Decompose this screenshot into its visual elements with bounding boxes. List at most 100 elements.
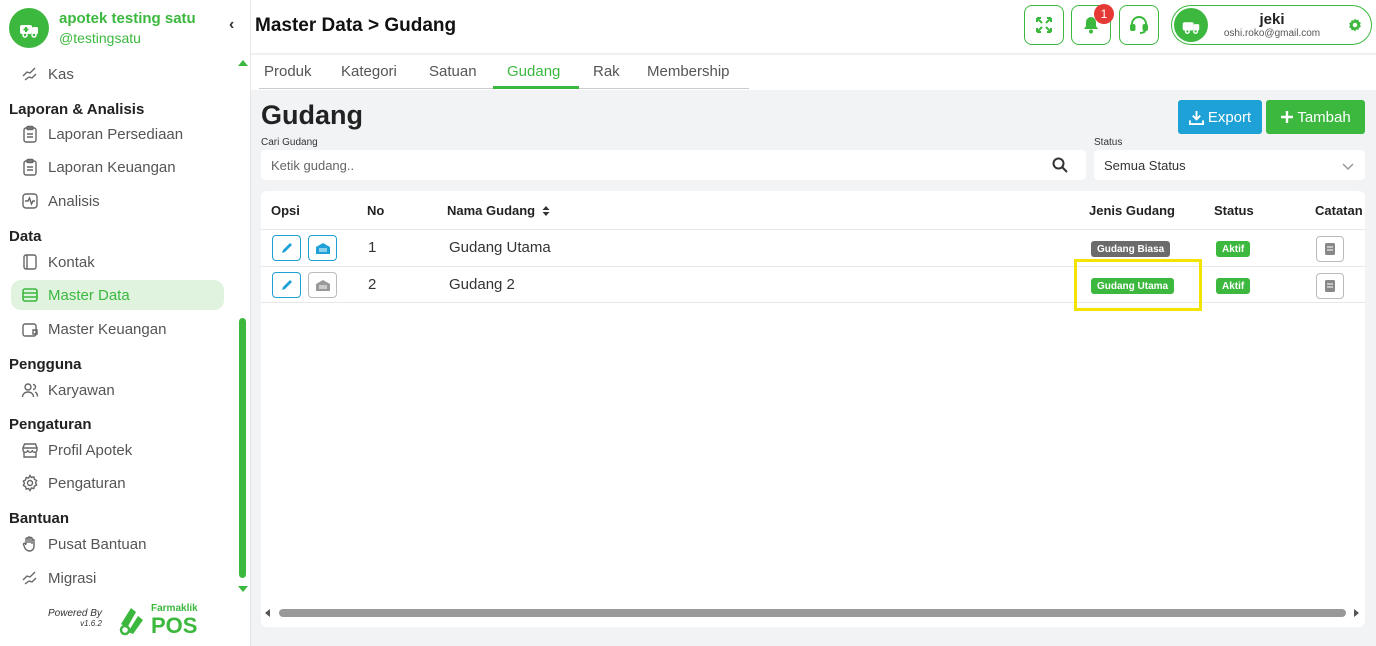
sidebar-item-label: Kontak: [48, 253, 95, 271]
collapse-sidebar-button[interactable]: ‹: [229, 16, 234, 34]
warehouse-name: Gudang Utama: [449, 239, 551, 256]
status-select[interactable]: Semua Status: [1094, 150, 1365, 180]
table-horizontal-scrollbar[interactable]: [261, 606, 1365, 620]
search-input[interactable]: [271, 155, 1041, 175]
sidebar-item-master-data[interactable]: Master Data: [11, 280, 224, 310]
search-box: [261, 150, 1086, 180]
store-icon: [21, 441, 39, 459]
column-header-opsi: Opsi: [271, 203, 300, 218]
download-icon: [1188, 110, 1204, 125]
sidebar-item-label: Master Keuangan: [48, 320, 167, 338]
sidebar-item-kontak[interactable]: Kontak: [11, 247, 224, 277]
sidebar-item-kas[interactable]: Kas: [11, 59, 224, 89]
top-bar: Master Data > Gudang 1 jeki oshi.roko@gm…: [251, 0, 1376, 54]
sidebar-item-label: Laporan Persediaan: [48, 125, 184, 143]
sort-icon[interactable]: [541, 205, 551, 217]
edit-button[interactable]: [272, 272, 301, 298]
tab-bar: Produk Kategori Satuan Gudang Rak Member…: [251, 55, 1376, 90]
support-button[interactable]: [1119, 5, 1159, 45]
activity-icon: [21, 192, 39, 210]
gear-icon[interactable]: [1347, 17, 1363, 38]
user-name: jeki: [1259, 11, 1285, 28]
plus-icon: [1281, 111, 1294, 123]
hand-icon: [21, 535, 39, 553]
sidebar-item-label: Profil Apotek: [48, 441, 133, 459]
sidebar: apotek testing satu @testingsatu ‹ Kas L…: [0, 0, 251, 646]
note-button[interactable]: [1316, 236, 1344, 262]
users-icon: [21, 381, 39, 399]
sidebar-item-label: Pusat Bantuan: [48, 535, 147, 553]
scroll-left-icon[interactable]: [265, 609, 270, 617]
warehouse-icon: [315, 280, 330, 291]
sidebar-item-label: Migrasi: [48, 569, 97, 587]
farmaklik-pos-logo: Farmaklik POS: [117, 603, 198, 637]
page-title: Master Data > Gudang: [255, 15, 457, 36]
sidebar-item-karyawan[interactable]: Karyawan: [11, 375, 224, 405]
fullscreen-icon: [1036, 17, 1052, 33]
coins-icon: [21, 65, 39, 83]
sidebar-section-data: Data: [9, 228, 42, 245]
status-selected-value: Semua Status: [1104, 158, 1186, 173]
pharmacy-logo-icon: [9, 8, 49, 48]
scroll-up-icon[interactable]: [238, 60, 248, 66]
status-badge: Aktif: [1216, 241, 1251, 257]
note-icon: [1325, 280, 1335, 292]
sidebar-section-laporan: Laporan & Analisis: [9, 101, 145, 118]
user-menu[interactable]: jeki oshi.roko@gmail.com: [1171, 5, 1372, 45]
sidebar-item-master-keuangan[interactable]: Master Keuangan: [11, 314, 224, 344]
warehouse-name: Gudang 2: [449, 276, 515, 293]
sidebar-scrollbar[interactable]: [237, 60, 248, 592]
sidebar-item-migrasi[interactable]: Migrasi: [11, 563, 224, 593]
brand-header: apotek testing satu @testingsatu ‹: [0, 0, 251, 58]
set-main-warehouse-button[interactable]: [308, 272, 337, 298]
database-icon: [21, 286, 39, 304]
notification-badge: 1: [1094, 4, 1114, 24]
set-main-warehouse-button[interactable]: [308, 235, 337, 261]
sidebar-item-laporan-persediaan[interactable]: Laporan Persediaan: [11, 119, 224, 149]
sidebar-item-label: Kas: [48, 65, 74, 83]
search-icon[interactable]: [1052, 157, 1068, 178]
scrollbar-thumb[interactable]: [279, 609, 1346, 617]
sidebar-section-bantuan: Bantuan: [9, 510, 69, 527]
sidebar-item-laporan-keuangan[interactable]: Laporan Keuangan: [11, 152, 224, 182]
warehouse-type-badge: Gudang Biasa: [1091, 241, 1171, 257]
status-label: Status: [1094, 137, 1123, 148]
pharmacy-handle: @testingsatu: [59, 30, 141, 46]
pharmacy-name: apotek testing satu: [59, 10, 196, 27]
sidebar-item-pusat-bantuan[interactable]: Pusat Bantuan: [11, 529, 224, 559]
avatar: [1174, 8, 1208, 42]
column-header-no: No: [367, 203, 385, 218]
edit-button[interactable]: [272, 235, 301, 261]
tab-kategori[interactable]: Kategori: [341, 63, 397, 89]
scroll-down-icon[interactable]: [238, 586, 248, 592]
column-header-nama-gudang[interactable]: Nama Gudang: [447, 203, 551, 218]
sidebar-item-label: Karyawan: [48, 381, 115, 399]
sidebar-item-label: Laporan Keuangan: [48, 158, 176, 176]
tab-membership[interactable]: Membership: [647, 63, 730, 89]
sidebar-item-profil-apotek[interactable]: Profil Apotek: [11, 435, 224, 465]
app-version: v1.6.2: [80, 619, 102, 628]
clipboard-icon: [21, 125, 39, 143]
tab-satuan[interactable]: Satuan: [429, 63, 477, 89]
scroll-right-icon[interactable]: [1354, 609, 1359, 617]
notification-button[interactable]: 1: [1071, 4, 1114, 45]
fullscreen-button[interactable]: [1024, 5, 1064, 45]
powered-by: Powered By v1.6.2: [48, 608, 102, 629]
migrate-icon: [21, 569, 39, 587]
add-gudang-button[interactable]: Tambah: [1266, 100, 1365, 134]
column-header-status: Status: [1214, 203, 1254, 218]
search-label: Cari Gudang: [261, 137, 318, 148]
sidebar-item-analisis[interactable]: Analisis: [11, 186, 224, 216]
tab-rak[interactable]: Rak: [593, 63, 620, 89]
scrollbar-thumb[interactable]: [239, 318, 246, 578]
column-header-catatan: Catatan: [1315, 203, 1363, 218]
tab-produk[interactable]: Produk: [264, 63, 312, 89]
sidebar-item-pengaturan[interactable]: Pengaturan: [11, 468, 224, 498]
note-icon: [1325, 243, 1335, 255]
export-button[interactable]: Export: [1178, 100, 1262, 134]
farmaklik-logo-icon: [119, 608, 143, 636]
note-button[interactable]: [1316, 273, 1344, 299]
contact-book-icon: [21, 253, 39, 271]
wallet-icon: [21, 320, 39, 338]
clipboard-icon: [21, 158, 39, 176]
